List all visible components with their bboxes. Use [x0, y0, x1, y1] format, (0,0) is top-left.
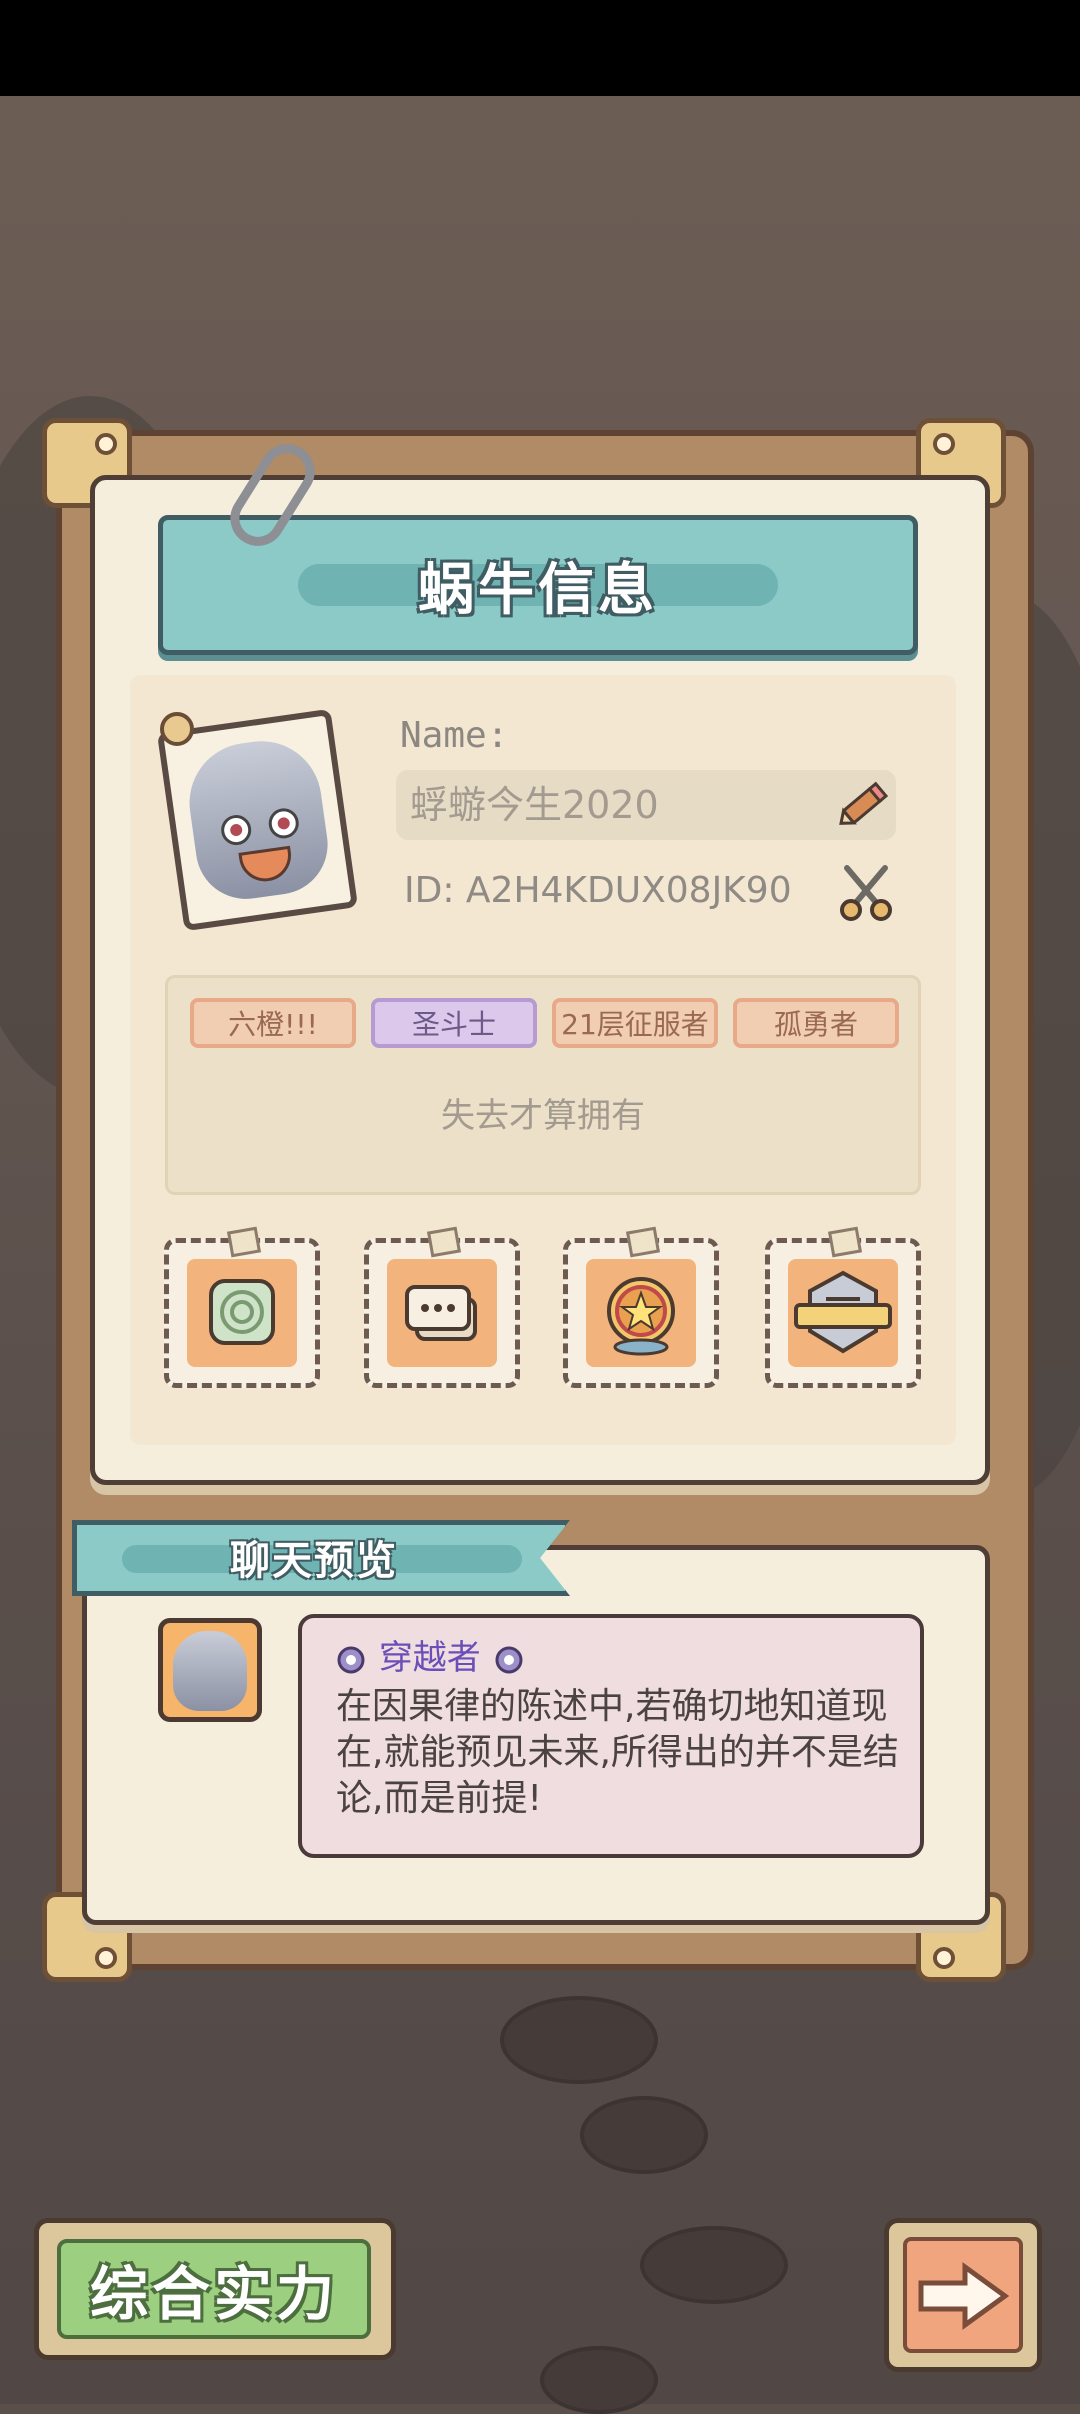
overall-strength-label: 综合实力	[57, 2239, 371, 2339]
name-value: 蜉蝣今生2020	[410, 783, 659, 827]
status-bar	[0, 0, 1080, 96]
chat-message: 在因果律的陈述中,若确切地知道现在,就能预见未来,所得出的并不是结论,而是前提!	[336, 1686, 899, 1819]
player-id: ID: A2H4KDUX08JK90	[404, 870, 792, 911]
copy-scissors-icon[interactable]	[835, 862, 897, 924]
title-tag[interactable]: 圣斗士	[371, 998, 537, 1048]
title-tag[interactable]: 孤勇者	[733, 998, 899, 1048]
next-button[interactable]	[884, 2218, 1042, 2372]
chat-preview-title: 聊天预览	[230, 1538, 398, 1584]
stamp-achievement-button[interactable]	[563, 1226, 719, 1388]
titles-panel: 六橙!!! 圣斗士 21层征服者 孤勇者 失去才算拥有	[165, 975, 921, 1195]
spiral-frame-icon	[187, 1259, 297, 1367]
pin-icon	[160, 712, 194, 746]
stamp-rank-button[interactable]	[765, 1226, 921, 1388]
chat-avatar	[158, 1618, 262, 1722]
chat-bubbles-icon	[387, 1259, 497, 1367]
title-tag[interactable]: 六橙!!!	[190, 998, 356, 1048]
slime-avatar-icon	[181, 733, 335, 906]
stamp-chat-button[interactable]	[364, 1226, 520, 1388]
motto-text: 失去才算拥有	[441, 1096, 645, 1136]
name-field[interactable]: 蜉蝣今生2020	[396, 770, 896, 840]
sender-title: 穿越者	[334, 1630, 526, 1679]
crest-icon	[495, 1646, 523, 1673]
arrow-right-icon	[918, 2262, 1010, 2330]
crest-icon	[337, 1646, 365, 1673]
title-tag[interactable]: 21层征服者	[552, 998, 718, 1048]
overall-strength-button[interactable]: 综合实力	[34, 2218, 396, 2360]
star-compass-icon	[586, 1259, 696, 1367]
name-label: Name:	[400, 715, 509, 756]
edit-pencil-icon[interactable]	[836, 776, 892, 832]
chat-bubble[interactable]: 穿越者 在因果律的陈述中,若确切地知道现在,就能预见未来,所得出的并不是结论,而…	[298, 1614, 924, 1858]
rank-badge-icon	[788, 1259, 898, 1367]
stamp-frame-button[interactable]	[164, 1226, 320, 1388]
sender-title-text: 穿越者	[378, 1638, 481, 1678]
